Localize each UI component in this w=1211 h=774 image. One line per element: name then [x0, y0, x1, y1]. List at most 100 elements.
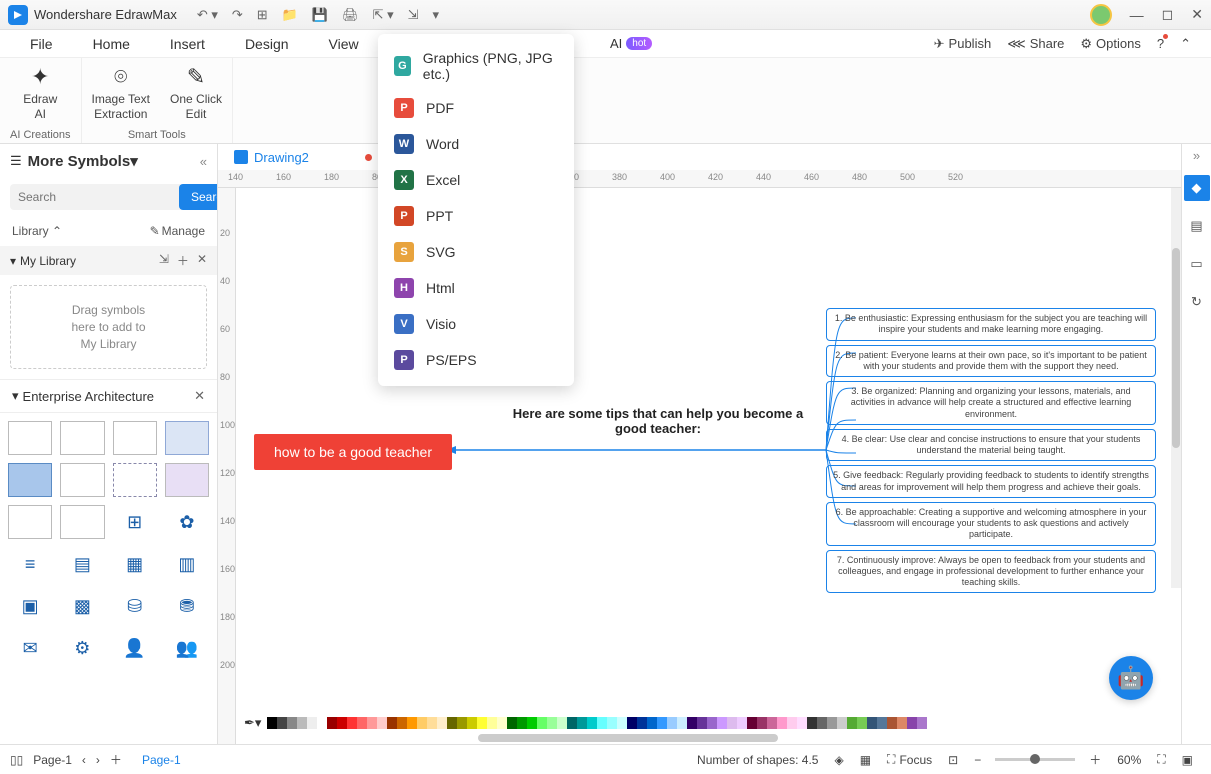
color-swatch[interactable]: [387, 717, 397, 729]
page-prev-icon[interactable]: ‹: [82, 753, 86, 767]
edraw-ai-button[interactable]: ✦Edraw AI: [23, 64, 57, 121]
color-swatch[interactable]: [557, 717, 567, 729]
mindmap-center-text[interactable]: Here are some tips that can help you bec…: [508, 406, 808, 436]
color-swatch[interactable]: [887, 717, 897, 729]
minimize-icon[interactable]: —: [1130, 7, 1144, 23]
shape-item[interactable]: 👥: [165, 631, 209, 665]
mindmap-tip[interactable]: 7. Continuously improve: Always be open …: [826, 550, 1156, 594]
qat-more-icon[interactable]: ▾: [433, 7, 440, 23]
focus-button[interactable]: ⛶ Focus: [887, 752, 932, 767]
color-swatch[interactable]: [497, 717, 507, 729]
color-swatch[interactable]: [697, 717, 707, 729]
color-swatch[interactable]: [667, 717, 677, 729]
color-swatch[interactable]: [407, 717, 417, 729]
menu-view[interactable]: View: [329, 36, 359, 52]
color-swatch[interactable]: [277, 717, 287, 729]
color-swatch[interactable]: [347, 717, 357, 729]
print-icon[interactable]: 🖨: [342, 7, 359, 23]
color-swatch[interactable]: [547, 717, 557, 729]
export-item[interactable]: PPS/EPS: [378, 342, 574, 378]
library-label[interactable]: Library ⌃: [12, 224, 62, 238]
zoom-slider[interactable]: [995, 758, 1075, 761]
shape-item[interactable]: [8, 505, 52, 539]
shape-item[interactable]: ▣: [8, 589, 52, 623]
search-input[interactable]: [10, 184, 181, 210]
shape-item[interactable]: [113, 421, 157, 455]
fullscreen-icon[interactable]: ⛶: [1157, 752, 1165, 767]
color-swatch[interactable]: [747, 717, 757, 729]
my-library-header[interactable]: ▾ My Library ⇲ ＋ ✕: [0, 246, 217, 275]
color-swatch[interactable]: [777, 717, 787, 729]
ai-assistant-fab[interactable]: 🤖: [1109, 656, 1153, 700]
shape-item[interactable]: ⊞: [113, 505, 157, 539]
color-swatch[interactable]: [877, 717, 887, 729]
search-button[interactable]: Search: [179, 184, 218, 210]
color-swatch[interactable]: [787, 717, 797, 729]
export-item[interactable]: WWord: [378, 126, 574, 162]
menu-design[interactable]: Design: [245, 36, 289, 52]
shape-item[interactable]: [8, 463, 52, 497]
color-swatch[interactable]: [307, 717, 317, 729]
format-icon[interactable]: ◆: [1184, 175, 1210, 201]
document-tab[interactable]: Drawing2: [226, 148, 380, 167]
export-item[interactable]: PPDF: [378, 90, 574, 126]
shape-item[interactable]: [8, 421, 52, 455]
shape-item[interactable]: ▤: [60, 547, 104, 581]
color-swatch[interactable]: [357, 717, 367, 729]
new-icon[interactable]: ⊞: [257, 7, 268, 23]
color-swatch[interactable]: [317, 717, 327, 729]
menu-ai[interactable]: AI hot: [610, 36, 652, 51]
color-swatch[interactable]: [837, 717, 847, 729]
shape-item[interactable]: ▦: [113, 547, 157, 581]
color-swatch[interactable]: [657, 717, 667, 729]
color-swatch[interactable]: [597, 717, 607, 729]
shape-item[interactable]: ⚙: [60, 631, 104, 665]
color-swatch[interactable]: [607, 717, 617, 729]
color-swatch[interactable]: [727, 717, 737, 729]
color-swatch[interactable]: [427, 717, 437, 729]
color-swatch[interactable]: [627, 717, 637, 729]
export-item[interactable]: GGraphics (PNG, JPG etc.): [378, 42, 574, 90]
color-swatch[interactable]: [327, 717, 337, 729]
color-swatch[interactable]: [457, 717, 467, 729]
color-swatch[interactable]: [367, 717, 377, 729]
shape-item[interactable]: [165, 421, 209, 455]
color-swatch[interactable]: [287, 717, 297, 729]
color-swatch[interactable]: [517, 717, 527, 729]
export-item[interactable]: HHtml: [378, 270, 574, 306]
mindmap-tip[interactable]: 1. Be enthusiastic: Expressing enthusias…: [826, 308, 1156, 341]
horizontal-scrollbar[interactable]: [478, 734, 778, 742]
redo-icon[interactable]: ↷: [232, 7, 243, 23]
color-swatch[interactable]: [797, 717, 807, 729]
color-swatch[interactable]: [507, 717, 517, 729]
vertical-scrollbar[interactable]: [1171, 188, 1181, 588]
shape-item[interactable]: [113, 463, 157, 497]
shape-item[interactable]: ⛁: [113, 589, 157, 623]
color-swatch[interactable]: [297, 717, 307, 729]
color-swatch[interactable]: [587, 717, 597, 729]
color-swatch[interactable]: [647, 717, 657, 729]
shape-item[interactable]: ⛃: [165, 589, 209, 623]
mylib-export-icon[interactable]: ⇲: [159, 252, 169, 269]
color-swatch[interactable]: [537, 717, 547, 729]
mindmap-tip[interactable]: 3. Be organized: Planning and organizing…: [826, 381, 1156, 425]
color-swatch[interactable]: [527, 717, 537, 729]
grid-icon[interactable]: ▦: [860, 753, 871, 767]
user-avatar[interactable]: [1090, 4, 1112, 26]
mindmap-tip[interactable]: 2. Be patient: Everyone learns at their …: [826, 345, 1156, 378]
color-swatch[interactable]: [707, 717, 717, 729]
page-indicator[interactable]: Page-1: [142, 753, 181, 767]
open-icon[interactable]: 📁: [282, 7, 298, 23]
zoom-value[interactable]: 60%: [1117, 753, 1141, 767]
color-swatch[interactable]: [377, 717, 387, 729]
collapse-left-icon[interactable]: «: [200, 154, 207, 169]
export-item[interactable]: PPPT: [378, 198, 574, 234]
help-icon[interactable]: ?: [1157, 36, 1164, 51]
color-swatch[interactable]: [827, 717, 837, 729]
color-swatch[interactable]: [757, 717, 767, 729]
layers-icon[interactable]: ◈: [834, 753, 843, 767]
color-swatch[interactable]: [467, 717, 477, 729]
mindmap-tip[interactable]: 6. Be approachable: Creating a supportiv…: [826, 502, 1156, 546]
color-swatch[interactable]: [807, 717, 817, 729]
shape-item[interactable]: [60, 463, 104, 497]
